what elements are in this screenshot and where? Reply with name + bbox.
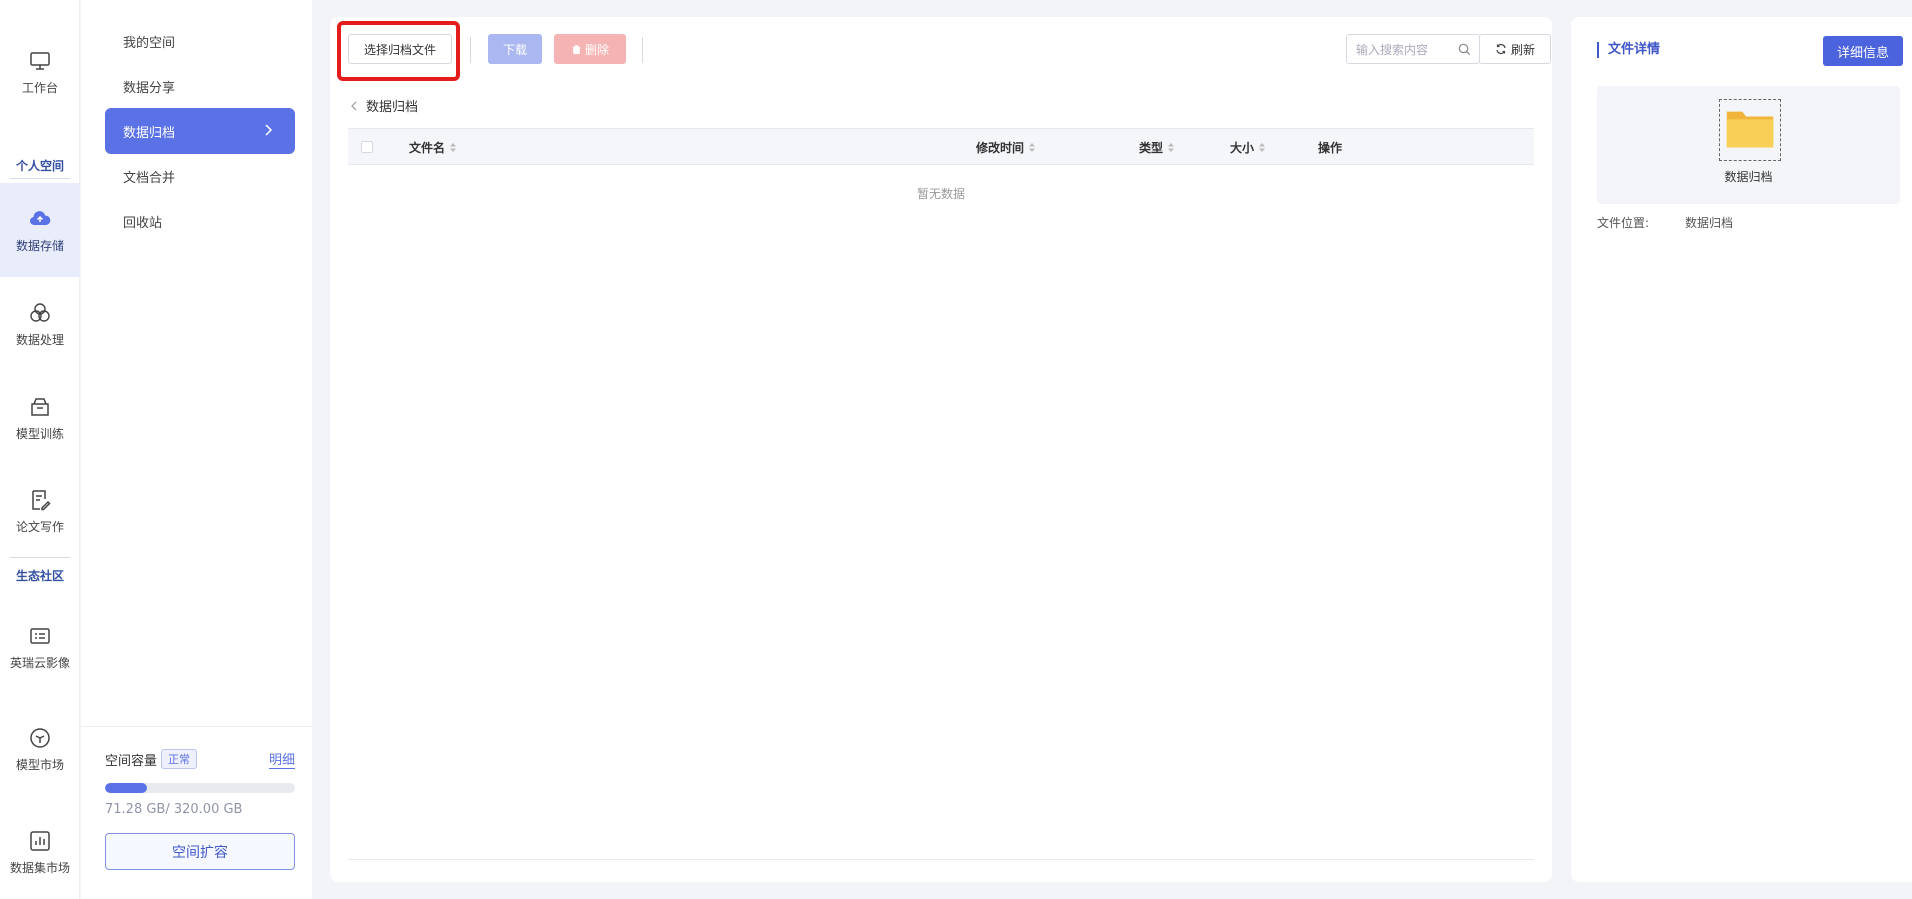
- column-label: 大小: [1230, 141, 1255, 155]
- rail-divider: [10, 557, 70, 558]
- sort-icon: [1168, 143, 1175, 152]
- rail-divider: [10, 178, 70, 179]
- icon-rail: 工作台 个人空间 数据存储 数据处理 模型训练 论文写作 生态社区 英瑞云影像: [0, 0, 80, 899]
- rail-item-label: 数据集市场: [9, 860, 70, 875]
- detail-info-button[interactable]: 详细信息: [1823, 36, 1903, 66]
- column-header-size[interactable]: 大小: [1230, 139, 1266, 156]
- rail-item-model-training[interactable]: 模型训练: [0, 371, 80, 465]
- toolbar-divider: [642, 37, 643, 63]
- select-all-checkbox[interactable]: [361, 141, 373, 153]
- subnav-item-label: 数据分享: [123, 80, 176, 96]
- file-location-row: 文件位置: 数据归档: [1597, 214, 1733, 231]
- capacity-progress-bar: [105, 783, 295, 793]
- column-label: 类型: [1139, 141, 1164, 155]
- subnav-item-data-share[interactable]: 数据分享: [105, 63, 295, 109]
- rail-item-dataset-market[interactable]: 数据集市场: [0, 805, 80, 899]
- subnav-item-label: 文档合并: [123, 170, 176, 186]
- search-icon: [1458, 43, 1471, 56]
- capacity-detail-link[interactable]: 明细: [268, 749, 295, 769]
- column-header-filename[interactable]: 文件名: [409, 139, 457, 156]
- download-button[interactable]: 下载: [488, 34, 542, 64]
- secondary-nav: 我的空间 数据分享 数据归档 文档合并 回收站 空间容量 正常 明细 71.28…: [81, 0, 312, 899]
- toolbar-divider: [470, 37, 471, 63]
- table-header: 文件名 修改时间 类型 大小 操作: [348, 128, 1534, 165]
- rail-item-label: 工作台: [21, 80, 58, 95]
- rail-item-label: 模型训练: [15, 426, 64, 441]
- subnav-item-label: 我的空间: [123, 35, 176, 51]
- rail-section-ecosystem: 生态社区: [15, 569, 64, 583]
- process-circles-icon: [30, 302, 50, 322]
- image-grid-icon: [30, 627, 50, 644]
- sort-icon: [450, 143, 457, 152]
- column-header-type[interactable]: 类型: [1139, 139, 1175, 156]
- bar-chart-icon: [30, 830, 50, 851]
- delete-label: 删除: [584, 42, 609, 57]
- folder-name: 数据归档: [1724, 170, 1773, 184]
- rail-item-label: 英瑞云影像: [9, 655, 70, 670]
- refresh-label: 刷新: [1510, 42, 1535, 57]
- rail-item-paper-writing[interactable]: 论文写作: [0, 464, 80, 558]
- refresh-icon: [1496, 44, 1506, 54]
- rail-item-cloud-image[interactable]: 英瑞云影像: [0, 600, 80, 694]
- chevron-left-icon[interactable]: [348, 100, 360, 112]
- subnav-item-label: 回收站: [123, 215, 163, 231]
- subnav-item-label: 数据归档: [123, 125, 176, 141]
- column-label: 文件名: [409, 141, 446, 155]
- cloud-upload-icon: [29, 210, 51, 225]
- file-detail-panel: 文件详情 详细信息 数据归档 文件位置: 数据归档: [1571, 17, 1912, 882]
- cube-icon: [30, 727, 50, 748]
- detail-title: 文件详情: [1597, 42, 1660, 58]
- expand-space-button[interactable]: 空间扩容: [105, 833, 295, 870]
- box-icon: [31, 397, 49, 416]
- column-header-modified[interactable]: 修改时间: [976, 139, 1036, 156]
- subnav-item-data-archive[interactable]: 数据归档: [105, 108, 295, 154]
- rail-item-data-storage[interactable]: 数据存储: [0, 183, 80, 277]
- sort-icon: [1029, 143, 1036, 152]
- capacity-usage-text: 71.28 GB/ 320.00 GB: [105, 802, 243, 817]
- search-input[interactable]: 输入搜索内容: [1346, 34, 1480, 64]
- monitor-icon: [30, 51, 50, 70]
- rail-item-label: 模型市场: [15, 757, 64, 772]
- trash-icon: [571, 44, 582, 54]
- file-list-panel: 选择归档文件 下载 删除 输入搜索内容 刷新 数据归档 文件名 修改时间 类型 …: [330, 17, 1552, 882]
- refresh-button[interactable]: 刷新: [1479, 34, 1551, 64]
- search-placeholder: 输入搜索内容: [1356, 42, 1429, 57]
- breadcrumb-current: 数据归档: [366, 100, 419, 115]
- capacity-header: 空间容量 正常 明细: [105, 748, 295, 770]
- subnav-item-doc-merge[interactable]: 文档合并: [105, 153, 295, 199]
- breadcrumb: 数据归档: [348, 96, 418, 115]
- divider: [81, 726, 312, 727]
- rail-item-workbench[interactable]: 工作台: [0, 25, 80, 119]
- rail-item-label: 数据处理: [15, 332, 64, 347]
- rail-section-personal: 个人空间: [15, 159, 64, 173]
- sort-icon: [1259, 143, 1266, 152]
- rail-item-model-market[interactable]: 模型市场: [0, 702, 80, 796]
- location-value: 数据归档: [1685, 216, 1734, 230]
- rail-item-data-processing[interactable]: 数据处理: [0, 277, 80, 371]
- rail-item-label: 论文写作: [15, 519, 64, 534]
- divider: [348, 859, 1534, 860]
- capacity-progress-fill: [105, 783, 148, 793]
- location-label: 文件位置:: [1597, 216, 1650, 230]
- subnav-item-my-space[interactable]: 我的空间: [105, 18, 295, 64]
- column-header-actions: 操作: [1318, 139, 1342, 156]
- edit-document-icon: [32, 489, 51, 510]
- folder-thumbnail[interactable]: [1719, 99, 1781, 161]
- column-label: 修改时间: [976, 141, 1025, 155]
- capacity-label: 空间容量: [105, 753, 158, 769]
- select-archive-file-button[interactable]: 选择归档文件: [348, 34, 452, 64]
- rail-item-label: 数据存储: [15, 238, 64, 253]
- empty-state: 暂无数据: [916, 187, 965, 201]
- column-label: 操作: [1318, 141, 1343, 155]
- status-badge: 正常: [161, 749, 198, 769]
- subnav-item-recycle-bin[interactable]: 回收站: [105, 198, 295, 244]
- toolbar: 选择归档文件 下载 删除 输入搜索内容 刷新: [348, 34, 1551, 64]
- delete-button[interactable]: 删除: [554, 34, 626, 64]
- file-preview: 数据归档: [1597, 86, 1900, 204]
- folder-icon: [1726, 111, 1774, 148]
- chevron-right-icon: [265, 124, 273, 136]
